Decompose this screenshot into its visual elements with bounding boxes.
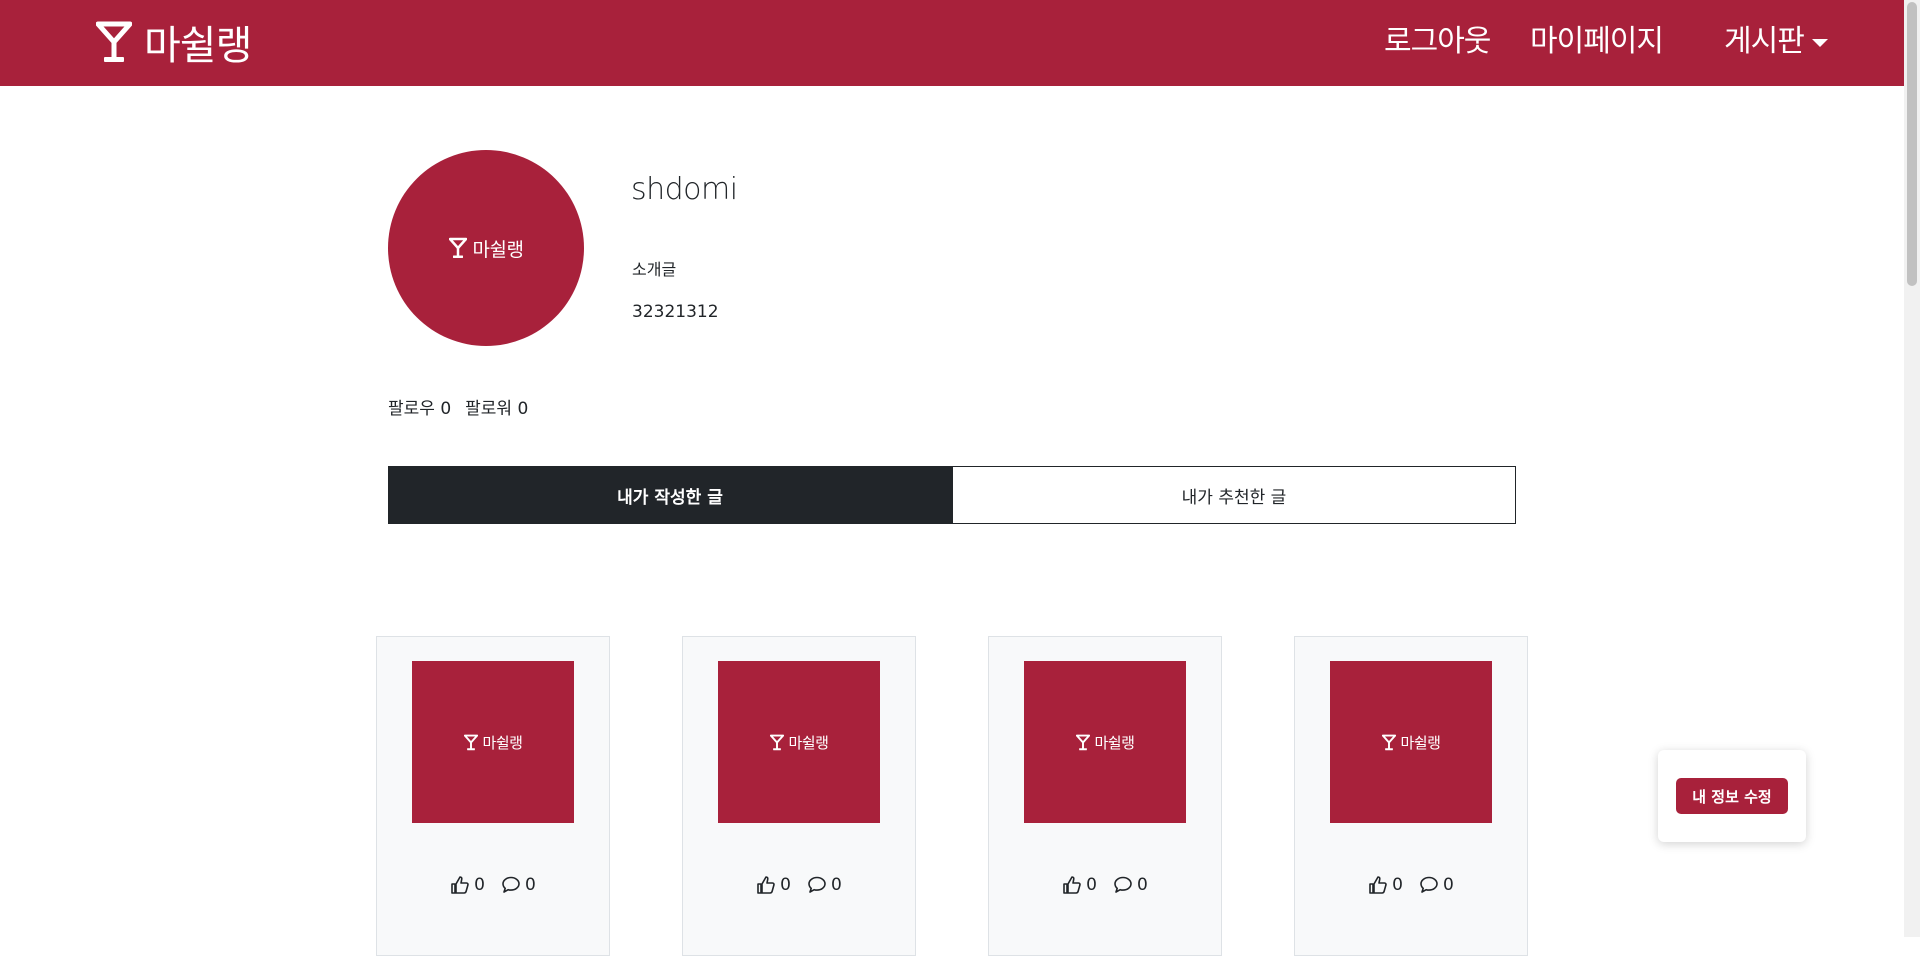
profile-avatar: 마쉴랭 xyxy=(388,150,584,346)
following-label: 팔로우 xyxy=(388,399,435,419)
thumbnail-text: 마쉴랭 xyxy=(1400,733,1441,752)
follower-stat[interactable]: 팔로워 0 xyxy=(465,394,528,419)
like-stat[interactable]: 0 xyxy=(756,875,791,895)
thumbs-up-icon xyxy=(1369,876,1387,894)
brand-name: 마쉴랭 xyxy=(144,23,252,69)
like-count: 0 xyxy=(474,875,485,895)
like-stat[interactable]: 0 xyxy=(1062,875,1097,895)
comment-stat[interactable]: 0 xyxy=(1113,875,1148,895)
chat-bubble-icon xyxy=(1420,876,1438,893)
post-tabs: 내가 작성한 글 내가 추천한 글 xyxy=(388,466,1516,524)
profile-username: shdomi xyxy=(631,172,738,207)
comment-stat[interactable]: 0 xyxy=(1419,875,1454,895)
post-stats: 0 0 xyxy=(989,875,1221,895)
chat-bubble-icon xyxy=(502,876,520,893)
post-stats: 0 0 xyxy=(377,875,609,895)
post-card[interactable]: 마쉴랭 0 0 xyxy=(376,636,610,956)
thumbs-up-icon xyxy=(1063,876,1081,894)
following-count: 0 xyxy=(440,399,452,419)
top-navbar: 마쉴랭 로그아웃 마이페이지 게시판 xyxy=(0,0,1904,86)
like-count: 0 xyxy=(780,875,791,895)
nav-logout-link[interactable]: 로그아웃 xyxy=(1384,22,1491,62)
intro-label: 소개글 xyxy=(632,260,677,279)
chat-bubble-icon xyxy=(1114,876,1132,893)
caret-down-icon xyxy=(1811,39,1828,47)
cocktail-glass-icon xyxy=(463,734,478,750)
floating-edit-panel: 내 정보 수정 xyxy=(1658,750,1806,842)
post-thumbnail: 마쉴랭 xyxy=(1024,661,1186,823)
like-count: 0 xyxy=(1086,875,1097,895)
comment-count: 0 xyxy=(831,875,842,895)
nav-mypage-link[interactable]: 마이페이지 xyxy=(1530,22,1664,62)
intro-text: 32321312 xyxy=(632,302,719,322)
thumbs-up-icon xyxy=(757,876,775,894)
follow-stats: 팔로우 0 팔로워 0 xyxy=(388,394,528,419)
post-thumbnail: 마쉴랭 xyxy=(1330,661,1492,823)
comment-count: 0 xyxy=(525,875,536,895)
follower-count: 0 xyxy=(517,399,529,419)
thumbnail-text: 마쉴랭 xyxy=(482,733,523,752)
cocktail-glass-icon xyxy=(96,21,132,62)
cocktail-glass-icon xyxy=(1075,734,1090,750)
follower-label: 팔로워 xyxy=(465,399,513,419)
edit-profile-button[interactable]: 내 정보 수정 xyxy=(1676,778,1788,814)
nav-board-label: 게시판 xyxy=(1724,24,1805,59)
page-scrollbar[interactable] xyxy=(1904,0,1920,937)
chat-bubble-icon xyxy=(808,876,826,893)
thumbs-up-icon xyxy=(451,876,469,894)
scrollbar-thumb[interactable] xyxy=(1907,2,1917,286)
cocktail-glass-icon xyxy=(769,734,784,750)
post-card[interactable]: 마쉴랭 0 0 xyxy=(988,636,1222,956)
brand-logo[interactable]: 마쉴랭 xyxy=(96,14,252,70)
post-thumbnail: 마쉴랭 xyxy=(412,661,574,823)
thumbnail-text: 마쉴랭 xyxy=(788,733,829,752)
post-card[interactable]: 마쉴랭 0 0 xyxy=(682,636,916,956)
thumbnail-text: 마쉴랭 xyxy=(1094,733,1135,752)
cocktail-glass-icon xyxy=(1381,734,1396,750)
like-stat[interactable]: 0 xyxy=(1368,875,1403,895)
comment-stat[interactable]: 0 xyxy=(501,875,536,895)
nav-board-dropdown[interactable]: 게시판 xyxy=(1724,22,1828,62)
post-card[interactable]: 마쉴랭 0 0 xyxy=(1294,636,1528,956)
comment-stat[interactable]: 0 xyxy=(807,875,842,895)
tab-recommended-posts[interactable]: 내가 추천한 글 xyxy=(952,466,1516,524)
cocktail-glass-icon xyxy=(448,237,467,258)
post-stats: 0 0 xyxy=(683,875,915,895)
comment-count: 0 xyxy=(1443,875,1454,895)
like-stat[interactable]: 0 xyxy=(450,875,485,895)
like-count: 0 xyxy=(1392,875,1403,895)
post-stats: 0 0 xyxy=(1295,875,1527,895)
comment-count: 0 xyxy=(1137,875,1148,895)
tab-my-posts[interactable]: 내가 작성한 글 xyxy=(388,466,952,524)
following-stat[interactable]: 팔로우 0 xyxy=(388,394,451,419)
avatar-text: 마쉴랭 xyxy=(472,238,524,261)
post-thumbnail: 마쉴랭 xyxy=(718,661,880,823)
